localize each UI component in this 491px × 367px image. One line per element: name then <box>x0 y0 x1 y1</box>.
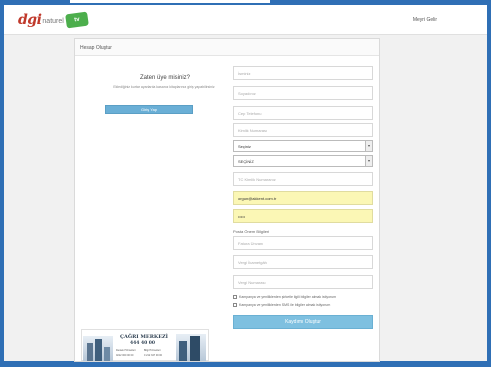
create-account-button[interactable]: Kaydımı Oluştur <box>233 315 373 329</box>
user-menu-link[interactable]: Meyri Gelir <box>413 17 437 23</box>
window-frame-left <box>0 0 4 367</box>
banner-right-number: 0 212 347 00 00 <box>144 354 163 357</box>
email-consent-checkbox[interactable] <box>233 295 237 299</box>
panel-title: Hesap Oluştur <box>80 45 112 51</box>
site-logo[interactable]: dgi naturel tv <box>18 11 89 29</box>
email-consent-row[interactable]: Kampanya ve yeniliklerden şirketle ilgil… <box>233 295 336 299</box>
register-panel: Hesap Oluştur Zaten üye misiniz? Eklediğ… <box>74 38 380 362</box>
sms-consent-checkbox[interactable] <box>233 303 237 307</box>
logo-sub: naturel <box>42 18 64 25</box>
email-input[interactable]: orgun@akkent.com.tr <box>233 191 373 205</box>
city-select-value: Seçiniz <box>238 144 251 149</box>
login-description: Eklediğiniz kurtar ayarlarıla kasanız ki… <box>113 85 215 89</box>
call-center-banner[interactable]: ÇAĞRI MERKEZİ 444 40 00 Destek Hizmetler… <box>81 329 209 361</box>
password-input[interactable]: ••••• <box>233 209 373 223</box>
banner-left-number: 0212 000 00 00 <box>116 354 134 357</box>
invoice-title-input[interactable]: Fatura Ünvanı <box>233 236 373 250</box>
frame-top-highlight <box>70 0 270 3</box>
already-member-heading: Zaten üye misiniz? <box>139 75 191 81</box>
name-input[interactable]: İsminiz <box>233 66 373 80</box>
logo-badge: tv <box>64 11 89 29</box>
banner-right-label: Bilgi Hizmetleri <box>144 349 161 352</box>
tax-office-input[interactable]: Vergi İkametgâh <box>233 255 373 269</box>
phone-input[interactable]: Cep Telefonu <box>233 106 373 120</box>
city-select[interactable]: Seçiniz ▾ <box>233 140 373 152</box>
panel-header: Hesap Oluştur <box>75 39 379 56</box>
district-select-value: SEÇİNİZ <box>238 159 254 164</box>
sms-consent-row[interactable]: Kampanya ve yeniliklerden SMS ile bilgil… <box>233 303 330 307</box>
chevron-down-icon: ▾ <box>365 141 372 151</box>
tc-number-input[interactable]: TC Kimlik Numaranız <box>233 172 373 186</box>
window-frame-right <box>487 0 491 367</box>
login-button[interactable]: Giriş Yap <box>105 105 193 114</box>
surname-input[interactable]: Soyadınız <box>233 86 373 100</box>
banner-left-label: Destek Hizmetleri <box>116 349 136 352</box>
city-image-left <box>83 336 113 361</box>
tax-number-input[interactable]: Vergi Numarası <box>233 275 373 289</box>
logo-main: dgi <box>18 12 42 28</box>
email-consent-label: Kampanya ve yeniliklerden şirketle ilgil… <box>239 295 337 299</box>
sms-consent-label: Kampanya ve yeniliklerden SMS ile bilgil… <box>239 303 331 307</box>
extra-section-label: Posta Önem Bilgileri <box>233 229 270 234</box>
chevron-down-icon: ▾ <box>365 156 372 166</box>
district-select[interactable]: SEÇİNİZ ▾ <box>233 155 373 167</box>
banner-title: ÇAĞRI MERKEZİ <box>120 334 169 340</box>
identity-input[interactable]: Kimlik Numarası <box>233 123 373 137</box>
banner-phone: 444 40 00 <box>130 341 156 346</box>
site-header: dgi naturel tv Meyri Gelir <box>4 5 487 35</box>
city-image-right <box>176 334 206 361</box>
